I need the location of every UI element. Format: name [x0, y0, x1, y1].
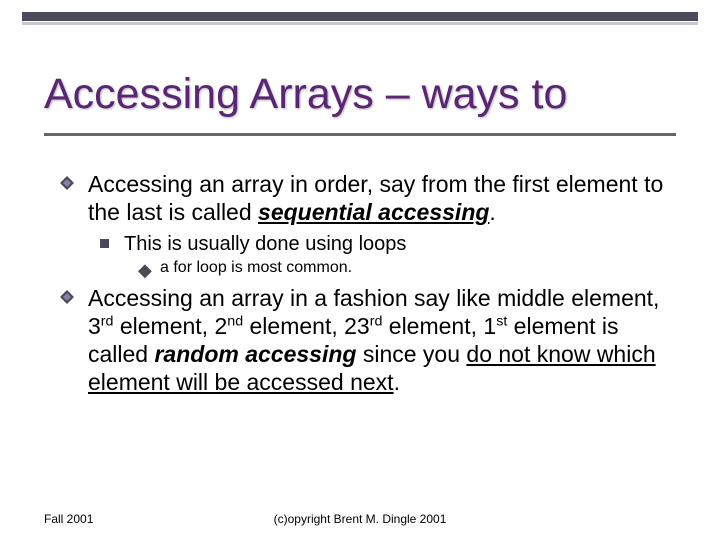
- bullet2-text: This is usually done using loops: [124, 233, 406, 255]
- b4-s1: rd: [101, 313, 114, 329]
- b4-c: element, 23: [243, 313, 370, 339]
- dot-bullet-icon: ◆: [138, 260, 152, 282]
- bullet-item-2: This is usually done using loops: [124, 232, 676, 256]
- square-bullet-icon: [100, 239, 109, 248]
- diamond-bullet-icon: [60, 176, 74, 190]
- b4-s3: rd: [370, 313, 383, 329]
- decorative-top-border: [22, 12, 698, 26]
- bullet1-text-b: .: [489, 199, 495, 225]
- b4-g: .: [394, 369, 400, 395]
- bullet1-term: sequential accessing: [258, 199, 489, 225]
- b4-d: element, 1: [382, 313, 496, 339]
- b4-s2: nd: [227, 313, 243, 329]
- b4-s4: st: [496, 313, 507, 329]
- bullet-item-1: Accessing an array in order, say from th…: [88, 170, 676, 226]
- footer-center: (c)opyright Brent M. Dingle 2001: [0, 512, 720, 526]
- bullet-item-4: Accessing an array in a fashion say like…: [88, 284, 676, 396]
- slide-content: Accessing an array in order, say from th…: [88, 170, 676, 402]
- slide-title: Accessing Arrays – ways to: [44, 70, 676, 136]
- diamond-bullet-icon: [60, 290, 74, 304]
- bullet-item-3: ◆ a for loop is most common.: [160, 258, 676, 278]
- b4-b: element, 2: [113, 313, 227, 339]
- b4-term: random accessing: [154, 341, 356, 367]
- b4-f: since you: [356, 341, 466, 367]
- bullet3-text: a for loop is most common.: [160, 259, 352, 276]
